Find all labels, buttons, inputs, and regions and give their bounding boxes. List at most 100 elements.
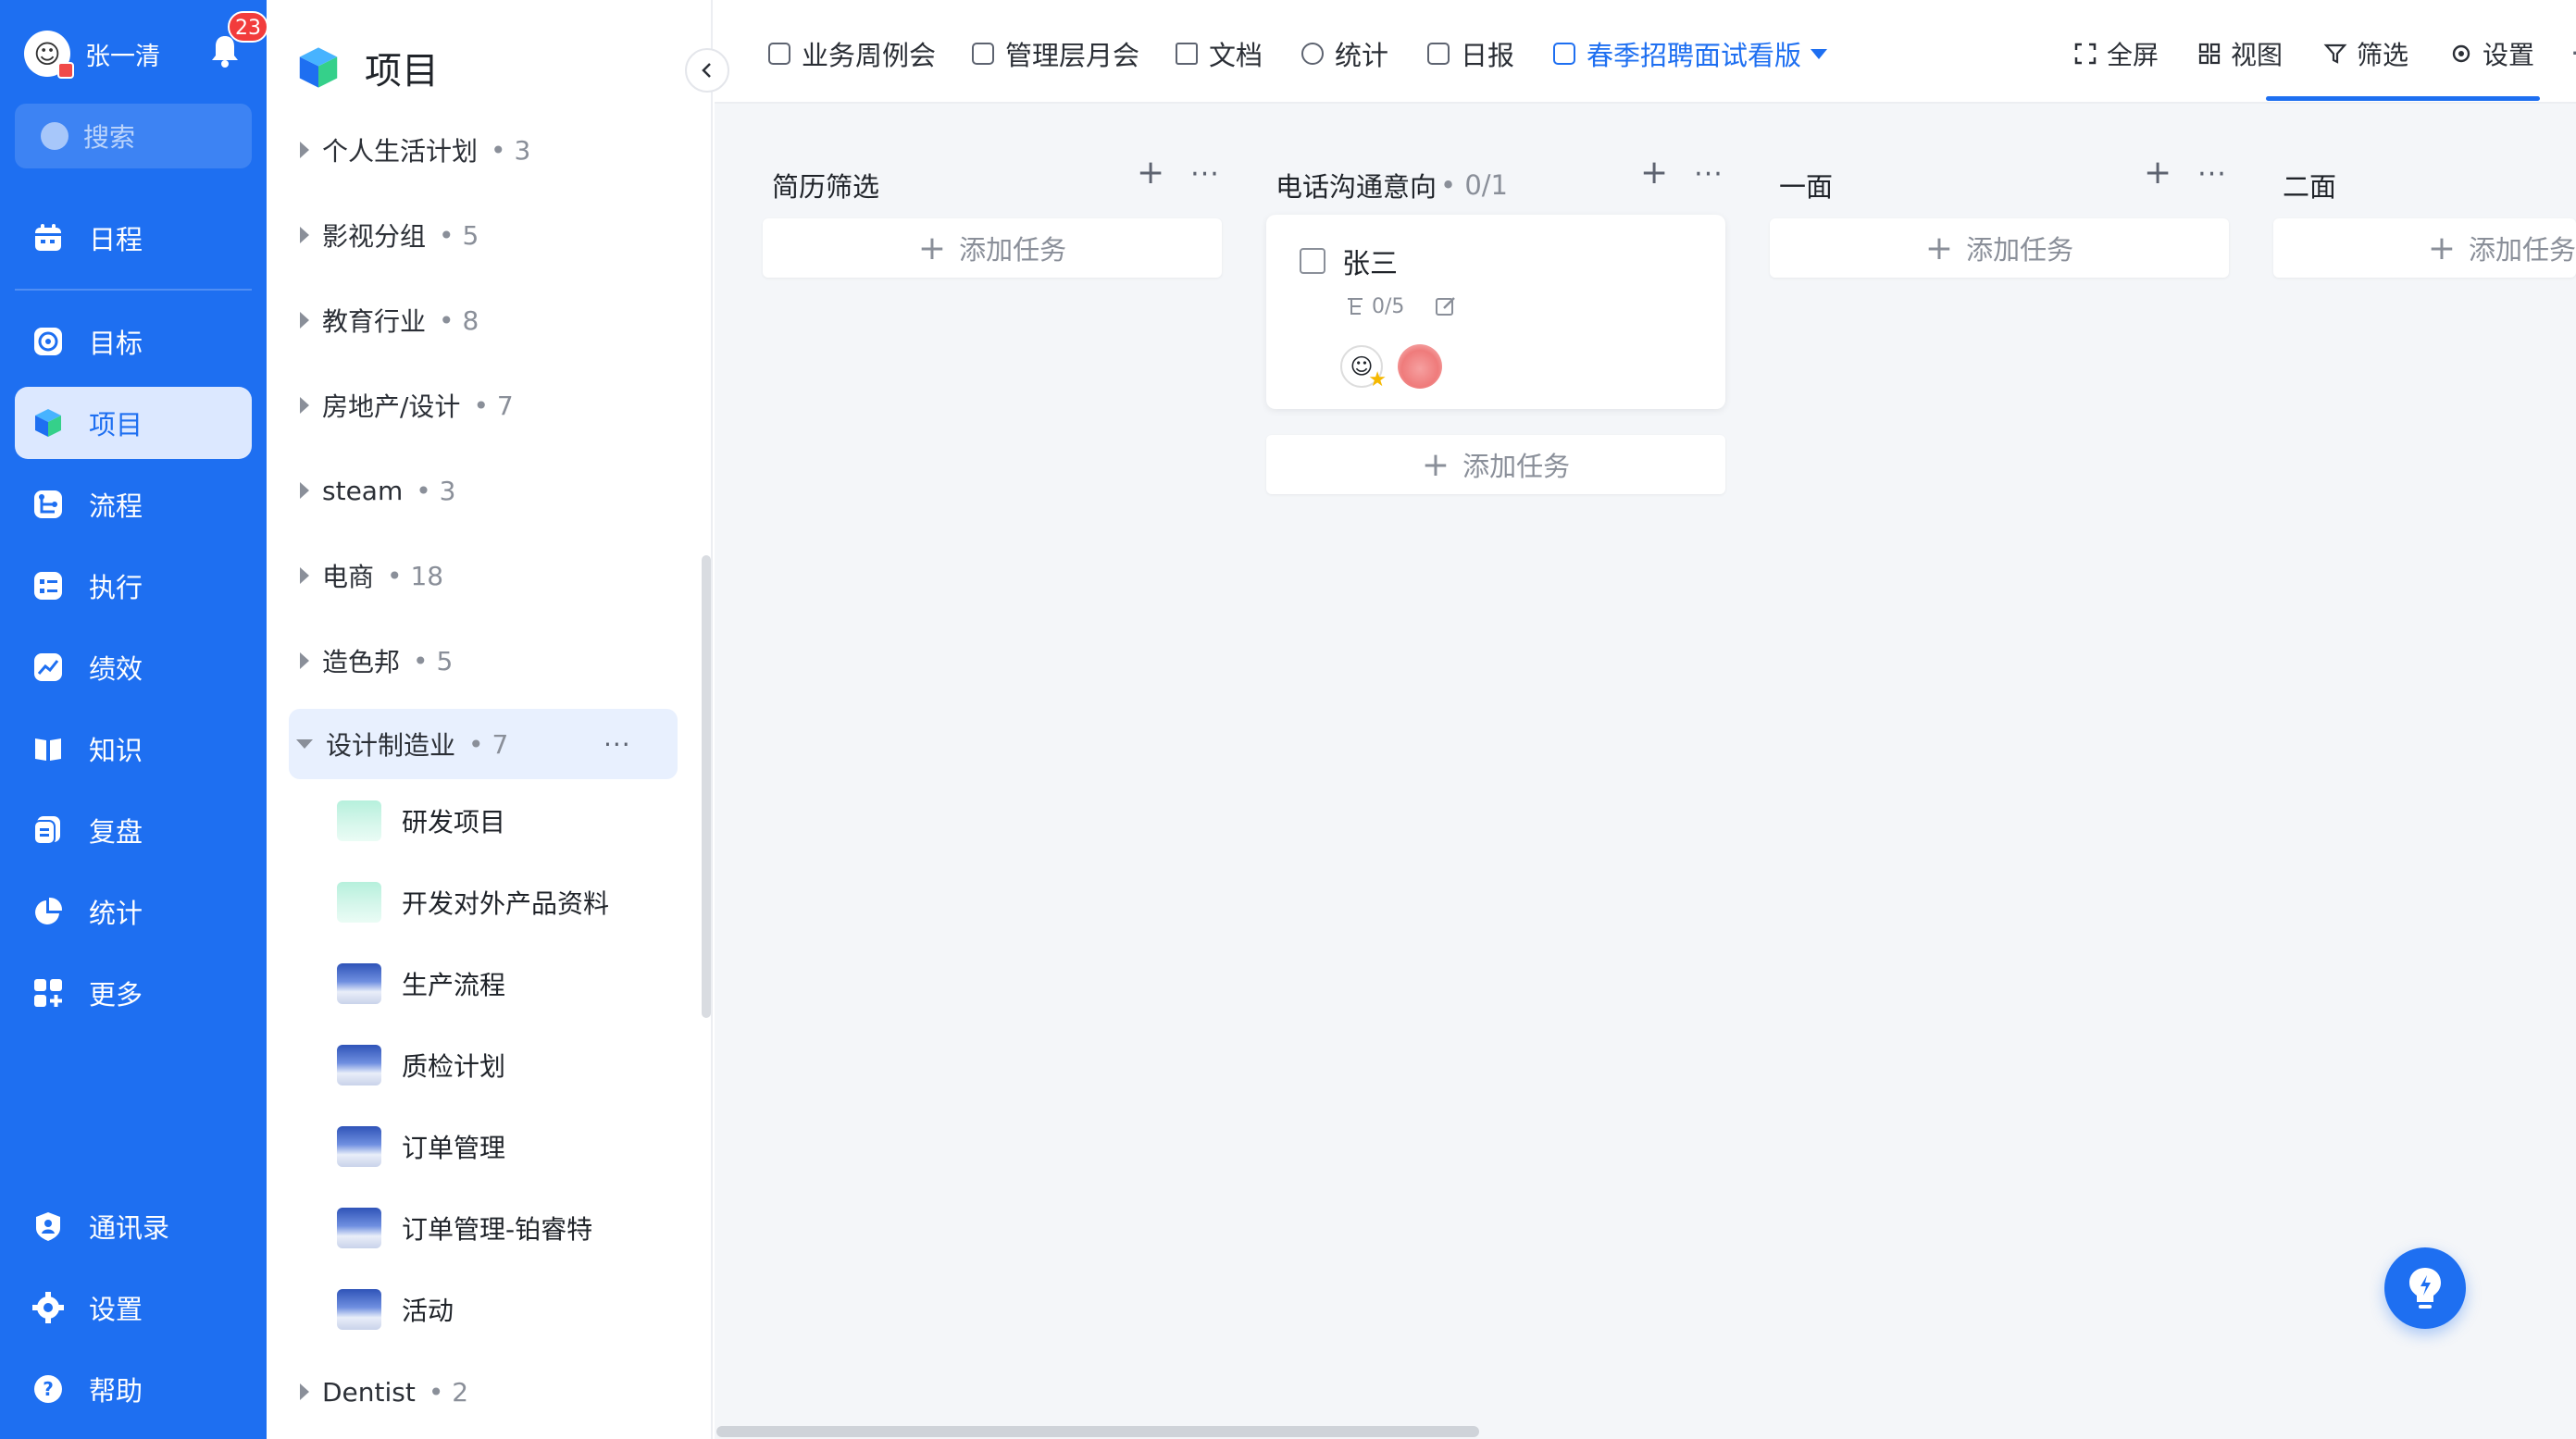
assistant-button[interactable]	[2384, 1247, 2466, 1329]
project-thumbnail	[337, 1208, 381, 1248]
nav-item-performance[interactable]: 绩效	[15, 631, 252, 703]
project-item[interactable]: 质检计划	[337, 1036, 689, 1094]
nav-item-goals[interactable]: 目标	[15, 305, 252, 378]
add-icon[interactable]: +	[1640, 154, 1668, 192]
project-item[interactable]: 开发对外产品资料	[337, 874, 689, 931]
fullscreen-button[interactable]: 全屏	[2073, 33, 2159, 74]
group-name: 造色邦	[322, 647, 401, 677]
document-icon	[1176, 43, 1198, 65]
project-group[interactable]: 个人生活计划 3	[289, 115, 678, 185]
tab-daily-report[interactable]: 日报	[1427, 33, 1514, 74]
nav-item-schedule[interactable]: 日程	[15, 202, 252, 274]
nav-item-more[interactable]: 更多	[15, 957, 252, 1029]
more-options-icon[interactable]: ···	[604, 729, 631, 760]
tab-docs[interactable]: 文档	[1176, 33, 1263, 74]
checkbox-icon	[1553, 43, 1575, 65]
project-group[interactable]: 影视分组 5	[289, 200, 678, 270]
subtask-count: 0/5	[1372, 294, 1405, 318]
panel-scrollbar[interactable]	[702, 555, 711, 1018]
search-icon	[41, 122, 68, 150]
kanban-board: 简历筛选 + ··· + 添加任务 电话沟通意向 • 0/1 + ··· 张三 0/5 …	[715, 104, 2576, 1439]
project-item[interactable]: 研发项目	[337, 792, 689, 850]
user-profile[interactable]: ☺ 张一清	[24, 28, 160, 80]
project-group[interactable]: 电商 18	[289, 540, 678, 611]
plus-icon: +	[1421, 445, 1450, 484]
tab-label: 业务周例会	[802, 40, 937, 71]
project-group-expanded[interactable]: 设计制造业 7 ···	[289, 709, 678, 779]
lightbulb-icon	[2409, 1268, 2441, 1309]
flow-icon	[34, 490, 62, 518]
nav-label: 复盘	[89, 816, 143, 848]
column-header: 二面	[2283, 159, 2576, 211]
more-options-icon[interactable]: ···	[1190, 158, 1220, 191]
project-group[interactable]: 房地产/设计 7	[289, 370, 678, 440]
project-group[interactable]: 教育行业 8	[289, 285, 678, 355]
add-task-label: 添加任务	[1966, 234, 2074, 266]
edit-icon[interactable]	[1434, 294, 1458, 318]
chevron-left-icon	[702, 63, 711, 78]
user-name: 张一清	[85, 42, 160, 71]
checkbox-icon	[972, 43, 994, 65]
nav-item-projects[interactable]: 项目	[15, 387, 252, 459]
task-card[interactable]: 张三 0/5 ☺ ★	[1266, 215, 1725, 409]
view-button[interactable]: 视图	[2197, 33, 2283, 74]
tab-stats[interactable]: 统计	[1301, 33, 1388, 74]
project-name: 活动	[402, 1296, 454, 1326]
nav-divider	[15, 289, 252, 291]
nav-item-stats[interactable]: 统计	[15, 875, 252, 948]
project-item[interactable]: 活动	[337, 1281, 689, 1338]
nav-item-knowledge[interactable]: 知识	[15, 713, 252, 785]
add-icon[interactable]: +	[2144, 154, 2172, 192]
project-thumbnail	[337, 1045, 381, 1085]
group-count: 7	[468, 729, 508, 760]
project-group[interactable]: Dentist 2	[289, 1357, 678, 1427]
user-avatar[interactable]: ☺	[24, 31, 74, 79]
filter-button[interactable]: 筛选	[2323, 33, 2408, 74]
add-task-button[interactable]: + 添加任务	[763, 218, 1222, 278]
more-options-icon[interactable]: ···	[1694, 158, 1724, 191]
nav-item-contacts[interactable]: 通讯录	[15, 1190, 252, 1262]
nav-label: 更多	[89, 979, 143, 1011]
nav-item-settings[interactable]: 设置	[15, 1272, 252, 1344]
plus-icon: +	[917, 229, 947, 267]
group-name: 个人生活计划	[322, 136, 479, 167]
search-input[interactable]: 搜索	[15, 104, 252, 168]
project-group[interactable]: steam 3	[289, 455, 678, 526]
caret-down-icon	[1811, 48, 1828, 59]
column-progress: • 0/1	[1440, 169, 1509, 201]
help-icon: ?	[34, 1375, 62, 1403]
nav-item-help[interactable]: ? 帮助	[15, 1353, 252, 1425]
nav-item-execute[interactable]: 执行	[15, 550, 252, 622]
add-task-button[interactable]: + 添加任务	[1770, 218, 2229, 278]
group-count: 18	[387, 561, 443, 591]
assignee-avatar[interactable]	[1398, 344, 1442, 389]
nav-label: 帮助	[89, 1375, 143, 1407]
project-thumbnail	[337, 1289, 381, 1330]
project-group[interactable]: 造色邦 5	[289, 626, 678, 696]
more-options-icon[interactable]: ···	[2197, 158, 2227, 191]
tool-label: 设置	[2483, 40, 2535, 70]
settings-button[interactable]: 设置	[2449, 33, 2534, 74]
project-thumbnail	[337, 963, 381, 1004]
scrollbar-thumb[interactable]	[716, 1426, 1479, 1437]
add-task-button[interactable]: + 添加任务	[2273, 218, 2576, 278]
project-item[interactable]: 订单管理-铂睿特	[337, 1199, 689, 1257]
add-task-button[interactable]: + 添加任务	[1266, 435, 1725, 494]
nav-item-flow[interactable]: 流程	[15, 468, 252, 540]
task-checkbox[interactable]	[1300, 248, 1325, 274]
board-scrollbar[interactable]	[715, 1423, 2576, 1439]
project-item[interactable]: 生产流程	[337, 955, 689, 1012]
tab-monthly-meeting[interactable]: 管理层月会	[972, 33, 1139, 74]
assignee-avatar[interactable]: ☺ ★	[1340, 345, 1387, 391]
caret-right-icon	[300, 397, 309, 414]
add-tab-button[interactable]: +	[2570, 31, 2576, 74]
add-icon[interactable]: +	[1137, 154, 1164, 192]
project-name: 订单管理-铂睿特	[402, 1214, 593, 1245]
column-title: 电话沟通意向	[1276, 171, 1437, 203]
tab-weekly-meeting[interactable]: 业务周例会	[768, 33, 936, 74]
collapse-panel-button[interactable]	[685, 48, 729, 93]
tab-spring-recruit-board[interactable]: 春季招聘面试看版	[1553, 33, 1828, 74]
project-item[interactable]: 订单管理	[337, 1118, 689, 1175]
nav-item-review[interactable]: 复盘	[15, 794, 252, 866]
task-assignees: ☺ ★	[1340, 344, 1442, 391]
